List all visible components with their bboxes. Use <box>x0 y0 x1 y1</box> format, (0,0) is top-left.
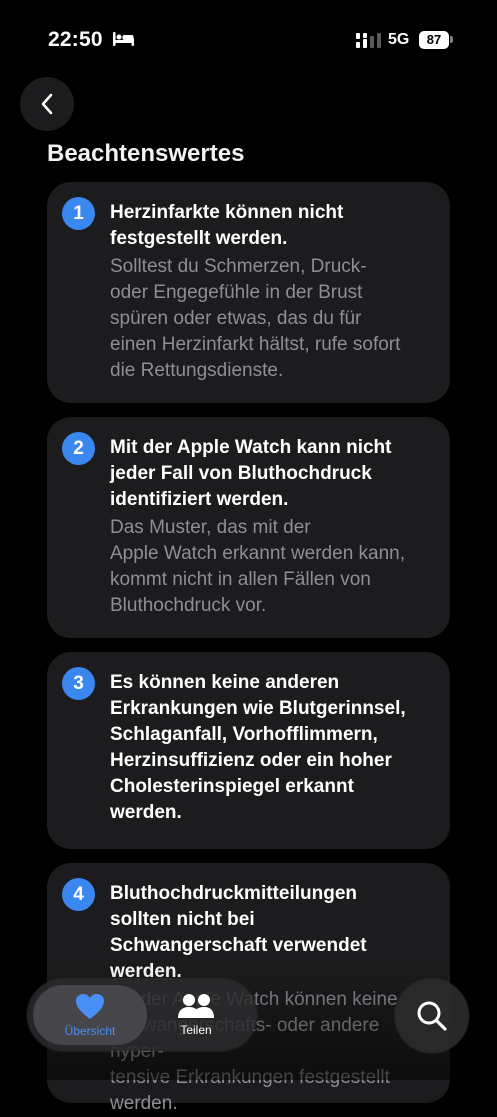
number-badge: 2 <box>62 432 95 465</box>
number-badge: 1 <box>62 197 95 230</box>
tab-overview[interactable]: Übersicht <box>33 985 147 1045</box>
tab-bar: Übersicht Teilen <box>27 979 257 1051</box>
status-time: 22:50 <box>48 28 103 51</box>
back-button[interactable] <box>20 77 74 131</box>
info-card-1: 1 Herzinfarkte können nicht festgestellt… <box>47 182 450 403</box>
people-icon <box>178 994 214 1018</box>
status-bar: 22:50 5G 87 <box>0 0 497 80</box>
heart-icon <box>76 993 104 1019</box>
info-card-2: 2 Mit der Apple Watch kann nicht jeder F… <box>47 417 450 638</box>
number-badge: 4 <box>62 878 95 911</box>
chevron-left-icon <box>41 93 53 115</box>
page-title: Beachtenswertes <box>47 140 245 167</box>
card-title: Mit der Apple Watch kann nicht jeder Fal… <box>110 437 392 510</box>
number-badge: 3 <box>62 667 95 700</box>
info-card-3: 3 Es können keine anderen Erkrankungen w… <box>47 652 450 849</box>
tab-label: Teilen <box>180 1023 212 1037</box>
card-title: Herzinfarkte können nicht festgestellt w… <box>110 202 344 249</box>
battery-nub <box>450 36 453 43</box>
card-body: Das Muster, das mit der Apple Watch erka… <box>110 517 406 616</box>
card-title: Es können keine anderen Erkrankungen wie… <box>110 672 406 823</box>
signal-icon <box>356 33 381 48</box>
card-body: Solltest du Schmerzen, Druck- oder Engeg… <box>110 256 401 381</box>
search-button[interactable] <box>395 979 469 1053</box>
battery-level: 87 <box>419 31 449 49</box>
search-icon <box>417 1001 447 1031</box>
bed-icon <box>113 32 134 46</box>
tab-label: Übersicht <box>64 1023 116 1038</box>
tab-share[interactable]: Teilen <box>139 985 253 1045</box>
network-label: 5G <box>388 31 410 48</box>
